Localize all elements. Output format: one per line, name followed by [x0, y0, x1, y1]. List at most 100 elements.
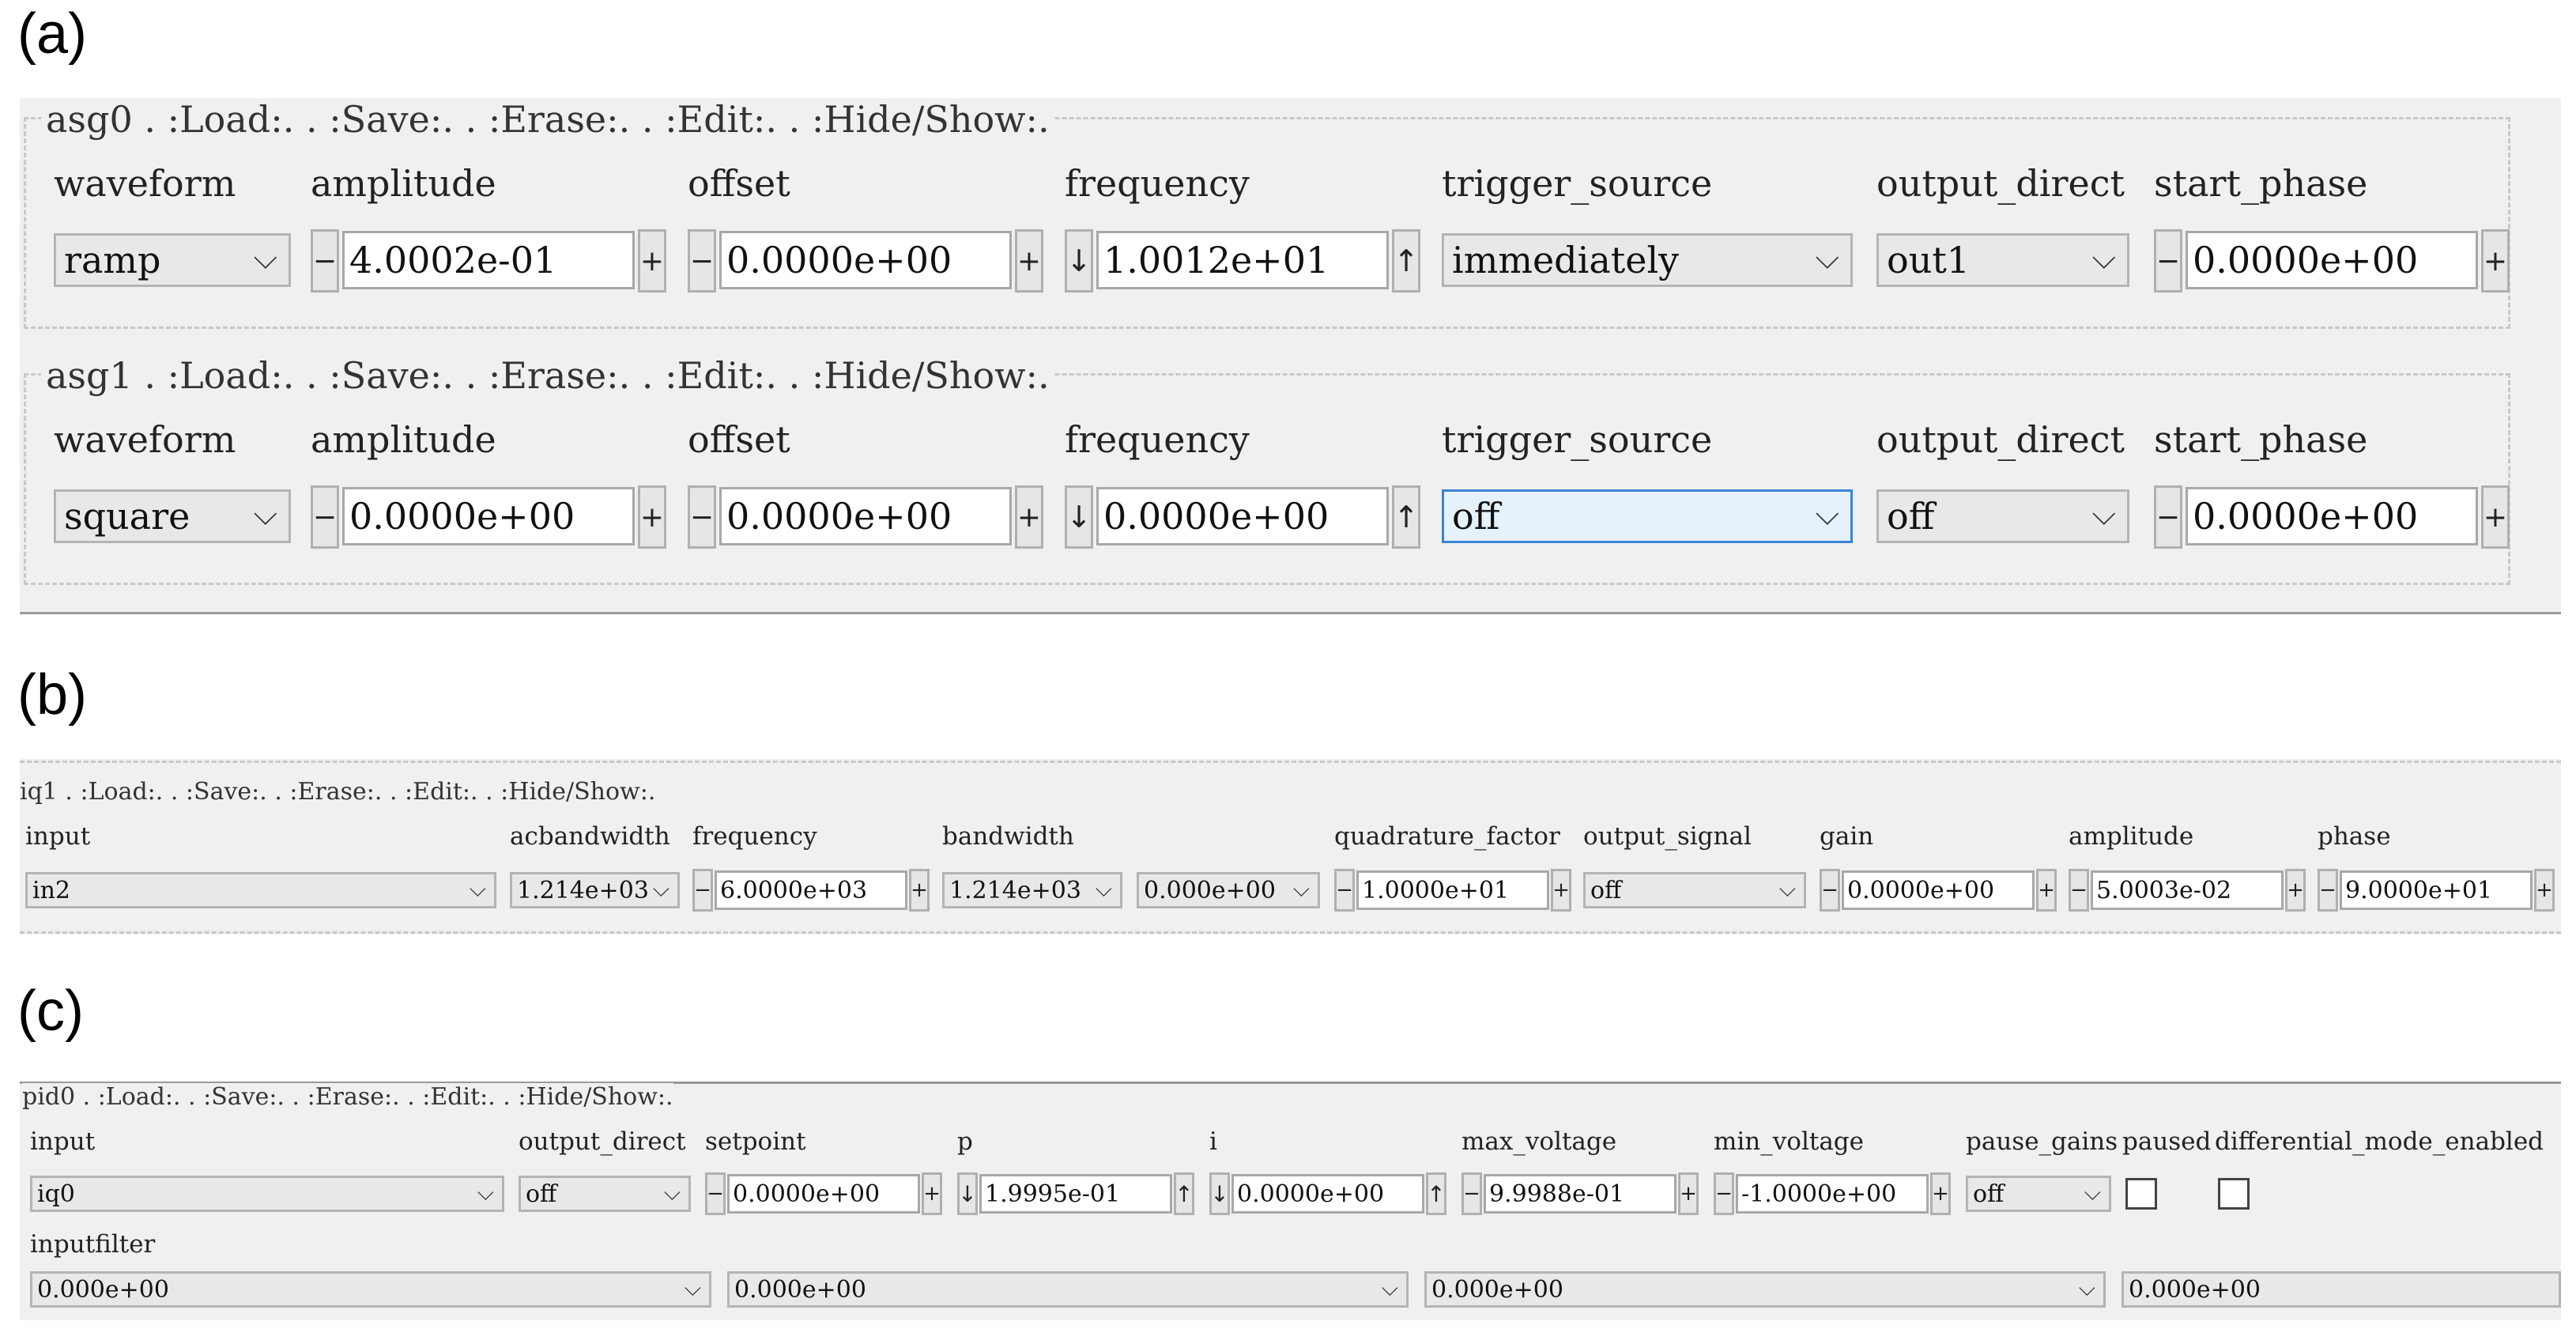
- pid0-p-decrease-button[interactable]: ↓: [957, 1172, 978, 1215]
- pid0-inputfilter-select-1[interactable]: 0.000e+00 ⌵: [30, 1271, 711, 1308]
- chevron-down-icon: ⌵: [2091, 240, 2116, 277]
- asg1-trigger-source-select[interactable]: off ⌵: [1442, 489, 1853, 543]
- iq1-frequency-increment-button[interactable]: +: [909, 869, 930, 912]
- pid0-i-decrease-button[interactable]: ↓: [1209, 1172, 1230, 1215]
- asg1-waveform-select[interactable]: square ⌵: [54, 489, 291, 543]
- pid0-max-voltage-increment-button[interactable]: +: [1678, 1172, 1699, 1215]
- iq1-quadrature-factor-decrement-button[interactable]: −: [1334, 869, 1355, 912]
- asg1-amplitude-increment-button[interactable]: +: [638, 485, 666, 549]
- asg0-start-phase-increment-button[interactable]: +: [2481, 229, 2510, 293]
- iq1-acbandwidth-select[interactable]: 1.214e+03 ⌵: [510, 872, 680, 908]
- pid0-max-voltage-decrement-button[interactable]: −: [1461, 1172, 1482, 1215]
- asg0-amplitude-increment-button[interactable]: +: [638, 229, 666, 293]
- pid0-pause-gains-select[interactable]: off ⌵: [1966, 1176, 2111, 1212]
- asg1-offset-label: offset: [688, 418, 790, 461]
- asg1-frequency-increase-button[interactable]: ↑: [1392, 485, 1420, 549]
- asg0-output-direct-select[interactable]: out1 ⌵: [1876, 233, 2129, 287]
- pid0-setpoint-input[interactable]: 0.0000e+00: [727, 1174, 920, 1214]
- asg0-frequency-label: frequency: [1065, 162, 1250, 205]
- asg0-start-phase-input[interactable]: 0.0000e+00: [2186, 231, 2478, 289]
- pid0-paused-label: paused: [2122, 1127, 2212, 1156]
- pid0-paused-checkbox[interactable]: [2125, 1178, 2157, 1210]
- asg1-offset-input[interactable]: 0.0000e+00: [719, 487, 1012, 546]
- iq1-bandwidth-value-2: 0.000e+00: [1144, 876, 1276, 904]
- chevron-down-icon: ⌵: [2091, 496, 2116, 533]
- iq1-input-select[interactable]: in2 ⌵: [25, 872, 496, 908]
- asg1-frequency-decrease-button[interactable]: ↓: [1065, 485, 1093, 549]
- pid0-max-voltage-input[interactable]: 9.9988e-01: [1484, 1174, 1676, 1214]
- asg1-start-phase-decrement-button[interactable]: −: [2154, 485, 2182, 549]
- iq1-bandwidth-select-1[interactable]: 1.214e+03 ⌵: [942, 872, 1122, 908]
- asg0-amplitude-decrement-button[interactable]: −: [311, 229, 339, 293]
- iq1-output-signal-select[interactable]: off ⌵: [1583, 872, 1806, 908]
- pid0-inputfilter-value-2: 0.000e+00: [734, 1275, 866, 1304]
- iq1-input-value: in2: [32, 876, 71, 904]
- asg1-amplitude-decrement-button[interactable]: −: [311, 485, 339, 549]
- iq1-bandwidth-select-2[interactable]: 0.000e+00 ⌵: [1137, 872, 1320, 908]
- asg0-frequency-decrease-button[interactable]: ↓: [1065, 229, 1093, 293]
- iq1-quadrature-factor-input[interactable]: 1.0000e+01: [1356, 870, 1549, 910]
- asg0-offset-decrement-button[interactable]: −: [688, 229, 716, 293]
- iq1-phase-decrement-button[interactable]: −: [2318, 869, 2338, 912]
- iq1-gain-increment-button[interactable]: +: [2036, 869, 2057, 912]
- asg1-trigger-source-value: off: [1452, 495, 1500, 538]
- asg0-trigger-source-select[interactable]: immediately ⌵: [1442, 233, 1853, 287]
- asg1-frequency-label: frequency: [1065, 418, 1250, 461]
- asg1-offset-decrement-button[interactable]: −: [688, 485, 716, 549]
- pid0-input-select[interactable]: iq0 ⌵: [30, 1176, 504, 1212]
- asg0-frequency-increase-button[interactable]: ↑: [1392, 229, 1420, 293]
- pid0-min-voltage-increment-button[interactable]: +: [1930, 1172, 1951, 1215]
- pid0-min-voltage-input[interactable]: -1.0000e+00: [1736, 1174, 1929, 1214]
- iq1-frequency-decrement-button[interactable]: −: [692, 869, 713, 912]
- asg1-output-direct-select[interactable]: off ⌵: [1876, 489, 2129, 543]
- chevron-down-icon: ⌵: [652, 875, 669, 902]
- pid0-p-increase-button[interactable]: ↑: [1174, 1172, 1194, 1215]
- pid0-p-input[interactable]: 1.9995e-01: [979, 1174, 1172, 1214]
- asg0-amplitude-input[interactable]: 4.0002e-01: [342, 231, 635, 289]
- asg0-start-phase-decrement-button[interactable]: −: [2154, 229, 2182, 293]
- pid0-output-direct-select[interactable]: off ⌵: [519, 1176, 691, 1212]
- iq1-gain-decrement-button[interactable]: −: [1820, 869, 1840, 912]
- iq1-gain-input[interactable]: 0.0000e+00: [1842, 870, 2035, 910]
- asg1-offset-increment-button[interactable]: +: [1015, 485, 1043, 549]
- asg1-frequency-input[interactable]: 0.0000e+00: [1096, 487, 1389, 546]
- pid0-input-label: input: [30, 1127, 96, 1156]
- iq1-phase-increment-button[interactable]: +: [2534, 869, 2555, 912]
- pid0-legend[interactable]: pid0 . :Load:. . :Save:. . :Erase:. . :E…: [22, 1083, 673, 1111]
- pid0-inputfilter-value-4: 0.000e+00: [2129, 1275, 2261, 1304]
- pid0-differential-mode-enabled-label: differential_mode_enabled: [2215, 1127, 2544, 1156]
- asg1-output-direct-label: output_direct: [1876, 418, 2125, 461]
- asg0-trigger-source-value: immediately: [1452, 239, 1680, 281]
- pid0-differential-mode-enabled-checkbox[interactable]: [2218, 1178, 2250, 1210]
- pid0-pause-gains-value: off: [1973, 1180, 2005, 1208]
- iq1-quadrature-factor-increment-button[interactable]: +: [1551, 869, 1571, 912]
- asg0-waveform-select[interactable]: ramp ⌵: [54, 233, 291, 287]
- asg1-start-phase-input[interactable]: 0.0000e+00: [2186, 487, 2478, 546]
- asg0-offset-increment-button[interactable]: +: [1015, 229, 1043, 293]
- iq1-frequency-input[interactable]: 6.0000e+03: [715, 870, 907, 910]
- chevron-down-icon: ⌵: [1095, 875, 1112, 902]
- iq1-amplitude-decrement-button[interactable]: −: [2069, 869, 2089, 912]
- asg0-frequency-input[interactable]: 1.0012e+01: [1096, 231, 1389, 289]
- pid0-i-input[interactable]: 0.0000e+00: [1231, 1174, 1424, 1214]
- asg1-amplitude-input[interactable]: 0.0000e+00: [342, 487, 635, 546]
- iq1-phase-input[interactable]: 9.0000e+01: [2340, 870, 2533, 910]
- iq1-amplitude-increment-button[interactable]: +: [2285, 869, 2306, 912]
- pid0-setpoint-increment-button[interactable]: +: [922, 1172, 942, 1215]
- pid0-inputfilter-select-2[interactable]: 0.000e+00 ⌵: [727, 1271, 1409, 1308]
- iq1-legend[interactable]: iq1 . :Load:. . :Save:. . :Erase:. . :Ed…: [20, 778, 656, 806]
- asg1-legend[interactable]: asg1 . :Load:. . :Save:. . :Erase:. . :E…: [41, 354, 1054, 397]
- pid0-min-voltage-decrement-button[interactable]: −: [1714, 1172, 1734, 1215]
- asg0-offset-label: offset: [688, 162, 790, 205]
- iq1-amplitude-input[interactable]: 5.0003e-02: [2091, 870, 2284, 910]
- asg1-start-phase-increment-button[interactable]: +: [2481, 485, 2510, 549]
- pid0-setpoint-label: setpoint: [705, 1127, 806, 1156]
- pid0-i-increase-button[interactable]: ↑: [1426, 1172, 1446, 1215]
- chevron-down-icon: ⌵: [2078, 1274, 2095, 1301]
- asg0-offset-input[interactable]: 0.0000e+00: [719, 231, 1012, 289]
- asg0-legend[interactable]: asg0 . :Load:. . :Save:. . :Erase:. . :E…: [41, 98, 1054, 141]
- pid0-inputfilter-select-4[interactable]: 0.000e+00: [2122, 1271, 2561, 1308]
- pid0-inputfilter-select-3[interactable]: 0.000e+00 ⌵: [1424, 1271, 2106, 1308]
- chevron-down-icon: ⌵: [1292, 875, 1310, 902]
- pid0-setpoint-decrement-button[interactable]: −: [705, 1172, 726, 1215]
